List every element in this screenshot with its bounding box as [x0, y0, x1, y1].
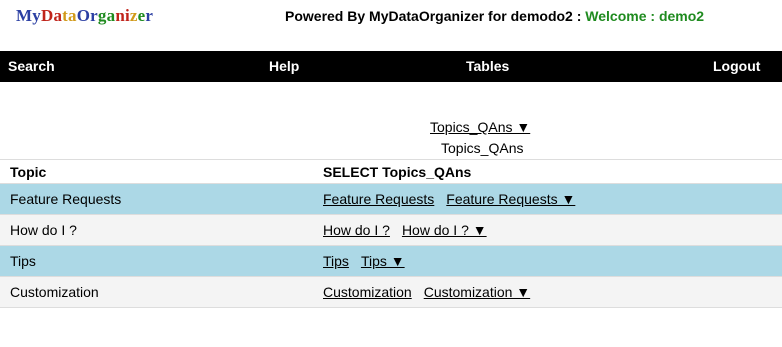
table-row: Customization Customization Customizatio…	[0, 277, 782, 308]
topic-link[interactable]: Feature Requests	[323, 191, 434, 207]
column-header-topic: Topic	[10, 163, 47, 180]
select-cell: Customization Customization ▼	[323, 277, 530, 307]
logo-letter: n	[115, 6, 125, 25]
table-row: How do I ? How do I ? How do I ? ▼	[0, 215, 782, 246]
powered-by-label: Powered By MyDataOrganizer for demodo2 :	[285, 8, 586, 24]
nav-tables-link[interactable]: Tables	[466, 51, 509, 82]
page-header: MyDataOrganizer Powered By MyDataOrganiz…	[0, 0, 782, 51]
topic-dropdown-link[interactable]: How do I ? ▼	[402, 222, 487, 238]
topics-qans-label: Topics_QAns	[441, 140, 524, 156]
topic-cell: Feature Requests	[10, 191, 122, 207]
table-row: Tips Tips Tips ▼	[0, 246, 782, 277]
logo-letter: a	[68, 6, 77, 25]
table-row: Feature Requests Feature Requests Featur…	[0, 184, 782, 215]
main-navbar: Search Help Tables Logout	[0, 51, 782, 82]
topic-link[interactable]: How do I ?	[323, 222, 390, 238]
nav-logout-link[interactable]: Logout	[713, 51, 760, 82]
column-header-select: SELECT Topics_QAns	[323, 163, 472, 180]
topics-qans-dropdown[interactable]: Topics_QAns ▼	[430, 119, 530, 135]
topic-dropdown-link[interactable]: Customization ▼	[424, 284, 530, 300]
welcome-user-text: Welcome : demo2	[585, 8, 705, 24]
logo-letter: g	[97, 6, 107, 25]
select-cell: Tips Tips ▼	[323, 246, 405, 276]
topic-dropdown-link[interactable]: Tips ▼	[361, 253, 405, 269]
logo-letter: O	[76, 6, 91, 25]
topic-dropdown-link[interactable]: Feature Requests ▼	[446, 191, 575, 207]
select-cell: Feature Requests Feature Requests ▼	[323, 184, 575, 214]
topics-table: Topic SELECT Topics_QAns Feature Request…	[0, 159, 782, 308]
topic-link[interactable]: Customization	[323, 284, 412, 300]
topic-cell: Tips	[10, 253, 36, 269]
topic-cell: Customization	[10, 284, 99, 300]
table-header-row: Topic SELECT Topics_QAns	[0, 160, 782, 184]
nav-help-link[interactable]: Help	[269, 51, 299, 82]
logo-letter: a	[106, 6, 116, 25]
topic-link[interactable]: Tips	[323, 253, 349, 269]
logo-letter: z	[129, 6, 138, 25]
logo-letter: M	[16, 6, 33, 25]
app-logo[interactable]: MyDataOrganizer	[16, 6, 153, 26]
nav-search-link[interactable]: Search	[8, 51, 55, 82]
logo-letter: D	[40, 6, 54, 25]
logo-letter: r	[145, 6, 154, 25]
logo-letter: y	[32, 6, 41, 25]
topic-cell: How do I ?	[10, 222, 77, 238]
logo-letter: r	[90, 6, 98, 25]
powered-by-text: Powered By MyDataOrganizer for demodo2 :…	[285, 8, 704, 24]
select-cell: How do I ? How do I ? ▼	[323, 215, 487, 245]
logo-letter: a	[53, 6, 63, 25]
